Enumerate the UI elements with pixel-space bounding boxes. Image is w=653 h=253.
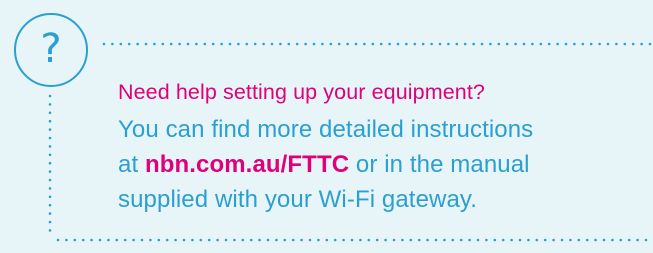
question-mark-icon: ? — [14, 13, 88, 87]
help-body-line-2: at nbn.com.au/FTTC or in the manual — [118, 147, 648, 182]
question-mark-glyph: ? — [40, 25, 62, 72]
help-body-line-3: supplied with your Wi-Fi gateway. — [118, 186, 477, 213]
help-body-line-2-suffix: or in the manual — [349, 151, 530, 178]
help-heading: Need help setting up your equipment? — [118, 80, 485, 104]
help-body-line-2-prefix: at — [118, 151, 145, 178]
nbn-fttc-link[interactable]: nbn.com.au/FTTC — [145, 151, 349, 178]
help-panel: ? Need help setting up your equipment? Y… — [0, 0, 653, 253]
help-body: You can find more detailed instructions … — [118, 112, 648, 217]
help-body-line-1: You can find more detailed instructions — [118, 116, 534, 143]
help-content: Need help setting up your equipment? You… — [118, 80, 648, 217]
